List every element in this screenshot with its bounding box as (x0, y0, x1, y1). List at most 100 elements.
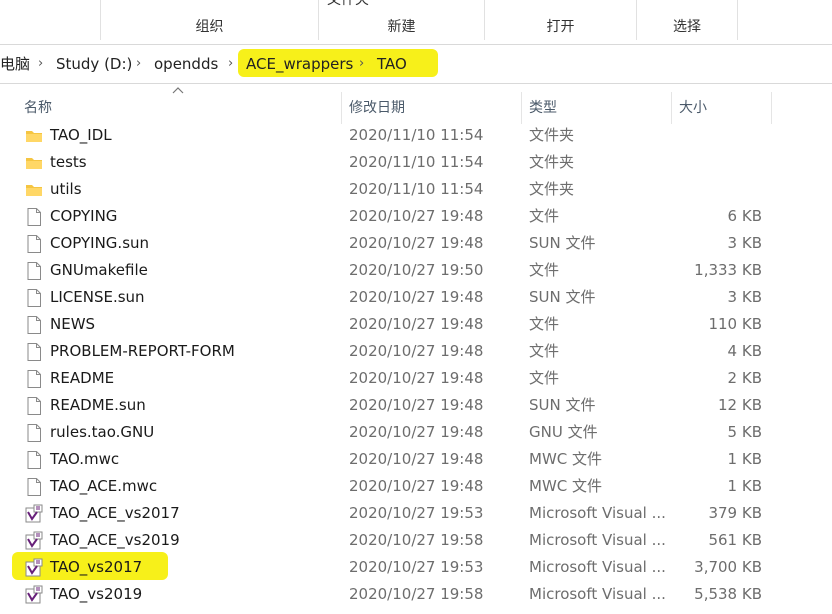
visual-studio-solution-icon (24, 504, 44, 524)
breadcrumb-item[interactable]: ACE_wrappers (246, 45, 353, 83)
file-size: 2 KB (727, 369, 762, 387)
file-size: 5 KB (727, 423, 762, 441)
file-row[interactable]: rules.tao.GNU 2020/10/27 19:48 GNU 文件 5 KB (0, 419, 832, 446)
file-name: LICENSE.sun (50, 288, 145, 306)
file-row[interactable]: README.sun 2020/10/27 19:48 SUN 文件 12 KB (0, 392, 832, 419)
file-size: 5,538 KB (694, 585, 762, 603)
file-date: 2020/10/27 19:48 (349, 423, 484, 441)
column-header-name[interactable]: 名称 (24, 92, 52, 124)
chevron-right-icon[interactable]: › (359, 45, 364, 83)
file-size: 3,700 KB (694, 558, 762, 576)
file-row[interactable]: LICENSE.sun 2020/10/27 19:48 SUN 文件 3 KB (0, 284, 832, 311)
file-name: tests (50, 153, 87, 171)
file-row[interactable]: PROBLEM-REPORT-FORM 2020/10/27 19:48 文件 4 K… (0, 338, 832, 365)
column-header: 名称 修改日期 类型 大小 (0, 92, 832, 124)
file-type: SUN 文件 (529, 396, 596, 414)
file-icon (24, 450, 44, 470)
file-date: 2020/10/27 19:48 (349, 477, 484, 495)
file-row[interactable]: TAO_ACE_vs2019 2020/10/27 19:58 Microsoft … (0, 527, 832, 554)
address-bar[interactable]: 电脑 › Study (D:) › opendds › ACE_wrappers… (0, 44, 832, 84)
file-icon (24, 423, 44, 443)
file-row[interactable]: TAO_ACE.mwc 2020/10/27 19:48 MWC 文件 1 KB (0, 473, 832, 500)
file-icon (24, 315, 44, 335)
column-header-type[interactable]: 类型 (529, 92, 557, 124)
file-icon (24, 207, 44, 227)
file-type: MWC 文件 (529, 477, 603, 495)
file-row[interactable]: TAO.mwc 2020/10/27 19:48 MWC 文件 1 KB (0, 446, 832, 473)
file-row[interactable]: TAO_vs2019 2020/10/27 19:58 Microsoft Visu… (0, 581, 832, 608)
file-row[interactable]: NEWS 2020/10/27 19:48 文件 110 KB (0, 311, 832, 338)
ribbon-group-new[interactable]: 文件夹 新建 (319, 0, 485, 40)
file-date: 2020/10/27 19:48 (349, 450, 484, 468)
breadcrumb-item[interactable]: Study (D:) (56, 45, 132, 83)
file-size: 1 KB (727, 477, 762, 495)
visual-studio-solution-icon (24, 585, 44, 605)
file-type: MWC 文件 (529, 450, 603, 468)
file-icon (24, 234, 44, 254)
chevron-right-icon[interactable]: › (38, 45, 43, 83)
file-date: 2020/11/10 11:54 (349, 126, 484, 144)
file-name: utils (50, 180, 82, 198)
file-name: PROBLEM-REPORT-FORM (50, 342, 235, 360)
file-row[interactable]: utils 2020/11/10 11:54 文件夹 (0, 176, 832, 203)
file-row[interactable]: tests 2020/11/10 11:54 文件夹 (0, 149, 832, 176)
file-icon (24, 477, 44, 497)
file-name: TAO.mwc (50, 450, 120, 468)
file-size: 1 KB (727, 450, 762, 468)
breadcrumb-item[interactable]: opendds (154, 45, 218, 83)
column-divider[interactable] (771, 92, 772, 124)
column-divider[interactable] (521, 92, 522, 124)
folder-icon (24, 126, 44, 146)
visual-studio-solution-icon (24, 531, 44, 551)
ribbon-group-organize-label[interactable]: 组织 (101, 0, 319, 40)
file-date: 2020/10/27 19:48 (349, 396, 484, 414)
ribbon-group-label: 组织 (195, 19, 224, 35)
file-date: 2020/10/27 19:50 (349, 261, 484, 279)
column-header-size[interactable]: 大小 (679, 92, 707, 124)
ribbon-group-label: 打开 (546, 19, 575, 35)
column-divider[interactable] (341, 92, 342, 124)
file-name: TAO_vs2019 (50, 585, 143, 603)
ribbon-group-label: 选择 (673, 19, 701, 35)
ribbon-group-select[interactable]: 选择 (637, 0, 738, 40)
file-name: README.sun (50, 396, 146, 414)
file-type: Microsoft Visual ... (529, 531, 666, 549)
file-row[interactable]: TAO_IDL 2020/11/10 11:54 文件夹 (0, 122, 832, 149)
file-name: TAO_IDL (50, 126, 112, 144)
file-row[interactable]: COPYING.sun 2020/10/27 19:48 SUN 文件 3 KB (0, 230, 832, 257)
file-size: 561 KB (708, 531, 762, 549)
file-icon (24, 396, 44, 416)
file-name: TAO_ACE.mwc (50, 477, 158, 495)
file-date: 2020/10/27 19:48 (349, 288, 484, 306)
file-name: README (50, 369, 115, 387)
folder-icon (24, 153, 44, 173)
ribbon-group-organize[interactable] (0, 0, 101, 40)
file-name: GNUmakefile (50, 261, 148, 279)
file-type: Microsoft Visual ... (529, 585, 666, 603)
breadcrumb-item[interactable]: TAO (377, 45, 407, 83)
file-row[interactable]: COPYING 2020/10/27 19:48 文件 6 KB (0, 203, 832, 230)
ribbon-group-label: 新建 (387, 19, 416, 35)
file-name: TAO_ACE_vs2019 (50, 531, 180, 549)
file-type: 文件 (529, 261, 560, 279)
file-row[interactable]: README 2020/10/27 19:48 文件 2 KB (0, 365, 832, 392)
chevron-right-icon[interactable]: › (228, 45, 233, 83)
file-row[interactable]: GNUmakefile 2020/10/27 19:50 文件 1,333 KB (0, 257, 832, 284)
column-divider[interactable] (671, 92, 672, 124)
ribbon: 组织 文件夹 新建 打开 选择 (0, 0, 832, 40)
breadcrumb-item[interactable]: 电脑 (0, 45, 30, 83)
file-date: 2020/10/27 19:48 (349, 315, 484, 333)
file-icon (24, 369, 44, 389)
chevron-right-icon[interactable]: › (136, 45, 141, 83)
file-row[interactable]: TAO_ACE_vs2017 2020/10/27 19:53 Microsoft … (0, 500, 832, 527)
ribbon-group-open[interactable]: 打开 (485, 0, 637, 40)
file-list: TAO_IDL 2020/11/10 11:54 文件夹 tests 2020/11/1… (0, 122, 832, 608)
column-header-date[interactable]: 修改日期 (349, 92, 405, 124)
file-name: COPYING (50, 207, 118, 225)
file-type: SUN 文件 (529, 234, 596, 252)
file-date: 2020/10/27 19:48 (349, 207, 484, 225)
file-type: 文件夹 (529, 180, 575, 198)
file-size: 1,333 KB (694, 261, 762, 279)
file-row[interactable]: TAO_vs2017 2020/10/27 19:53 Microsoft Visu… (0, 554, 832, 581)
file-date: 2020/10/27 19:58 (349, 531, 484, 549)
